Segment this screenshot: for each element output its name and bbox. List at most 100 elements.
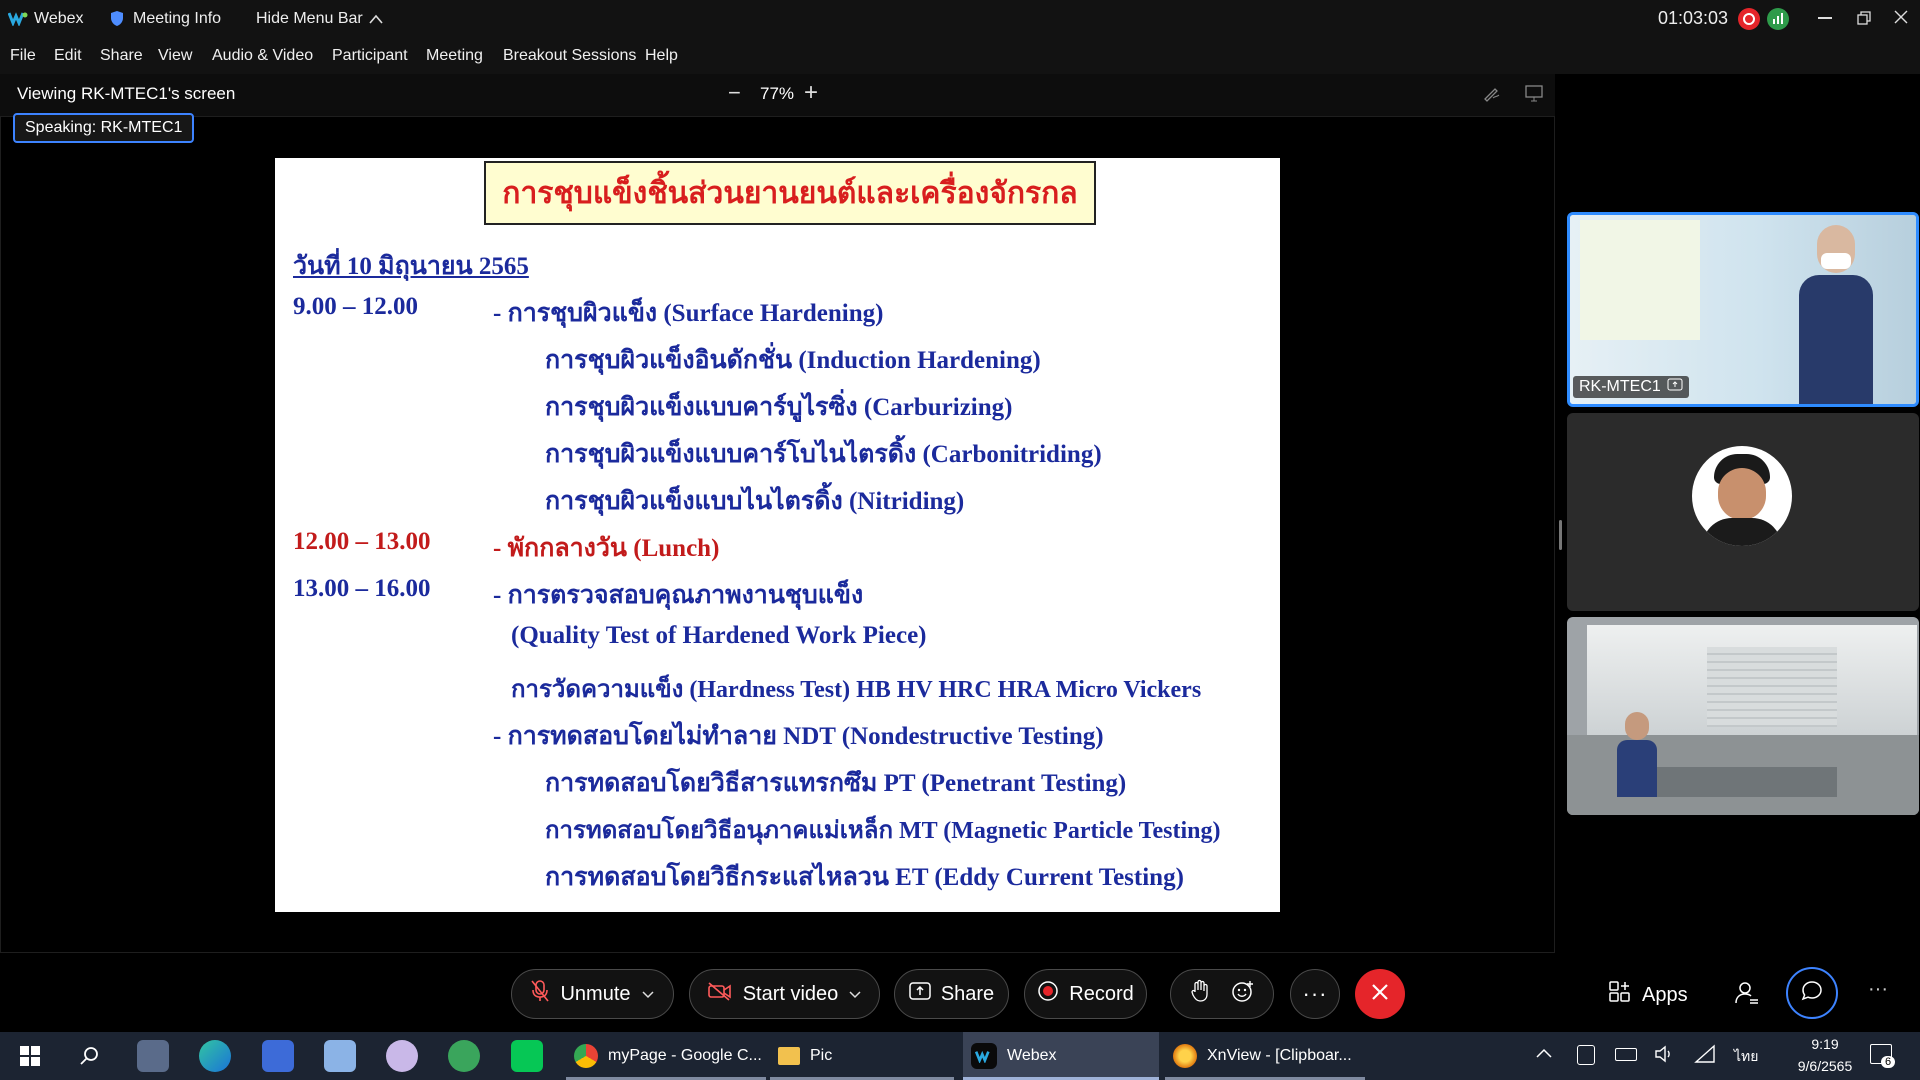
clock-time[interactable]: 9:19 — [1795, 1036, 1855, 1052]
chevron-up-icon[interactable] — [1535, 1046, 1553, 1065]
menu-share[interactable]: Share — [100, 47, 143, 65]
clock-date[interactable]: 9/6/2565 — [1782, 1058, 1868, 1074]
room-table — [1637, 767, 1837, 797]
slide-time-2: 12.00 – 13.00 — [293, 528, 431, 555]
annotate-icon[interactable] — [1482, 83, 1502, 108]
globe-app-icon[interactable] — [448, 1040, 480, 1072]
speaking-indicator: Speaking: RK-MTEC1 — [13, 113, 195, 143]
app-name: Webex — [34, 10, 84, 27]
slide-time-1: 9.00 – 12.00 — [293, 293, 418, 320]
raise-hand-icon[interactable] — [1189, 979, 1211, 1009]
slide-line: การชุบผิวแข็งแบบคาร์บูไรซิ่ง (Carburizin… — [545, 394, 1013, 421]
menu-view[interactable]: View — [158, 47, 192, 65]
menu-edit[interactable]: Edit — [54, 47, 82, 65]
share-label: Share — [940, 982, 995, 1005]
emoji-reaction-icon[interactable] — [1231, 979, 1255, 1009]
slide-line: - พักกลางวัน (Lunch) — [493, 535, 720, 562]
chevron-up-icon[interactable] — [368, 12, 384, 30]
windows-start-icon[interactable] — [14, 1040, 46, 1072]
notification-count: 6 — [1881, 1056, 1896, 1068]
more-icon: ··· — [1302, 981, 1328, 1006]
avatar — [1692, 446, 1792, 546]
remote-control-icon[interactable] — [1524, 83, 1544, 108]
taskbar-xnview[interactable]: XnView - [Clipboar... — [1165, 1032, 1365, 1080]
unmute-button[interactable]: Unmute — [511, 969, 674, 1019]
paint-app-icon[interactable] — [386, 1040, 418, 1072]
record-button[interactable]: Record — [1024, 969, 1147, 1019]
record-label: Record — [1069, 982, 1134, 1005]
taskbar-app-label: myPage - Google C... — [608, 1047, 762, 1064]
apps-icon — [1608, 980, 1632, 1010]
share-screen-icon — [909, 982, 931, 1006]
battery-icon[interactable] — [1615, 1048, 1637, 1061]
unmute-label: Unmute — [560, 982, 631, 1005]
title-bar: Webex Meeting Info Hide Menu Bar 01:03:0… — [0, 0, 1920, 38]
slide-line: - การทดสอบโดยไม่ทำลาย NDT (Nondestructiv… — [493, 723, 1104, 750]
volume-icon[interactable] — [1654, 1044, 1676, 1069]
language-indicator[interactable]: ไทย — [1734, 1046, 1758, 1068]
slide-line: การชุบผิวแข็งแบบคาร์โบไนไตรดิ้ง (Carboni… — [545, 441, 1102, 468]
participant-avatar-tile[interactable] — [1567, 413, 1919, 611]
chat-button[interactable] — [1786, 967, 1838, 1019]
more-options-button[interactable]: ··· — [1290, 969, 1340, 1019]
slide-line: (Quality Test of Hardened Work Piece) — [511, 622, 927, 649]
menu-file[interactable]: File — [10, 47, 36, 65]
folder-icon — [778, 1047, 800, 1065]
slide-time-3: 13.00 – 16.00 — [293, 575, 431, 602]
participant-name-label: RK-MTEC1 — [1573, 376, 1689, 398]
participant-video-tile[interactable]: RK-MTEC1 — [1567, 212, 1919, 407]
start-video-button[interactable]: Start video — [689, 969, 880, 1019]
microphone-muted-icon — [530, 979, 550, 1009]
notes-app-icon[interactable] — [324, 1040, 356, 1072]
wifi-icon[interactable] — [1694, 1044, 1716, 1069]
shield-icon — [110, 10, 124, 32]
sharing-icon — [1667, 378, 1683, 396]
chevron-down-icon[interactable] — [848, 983, 862, 1006]
menu-bar: File Edit Share View Audio & Video Parti… — [0, 38, 1920, 74]
panel-resize-handle[interactable] — [1559, 520, 1562, 550]
hide-menu-bar-button[interactable]: Hide Menu Bar — [256, 10, 363, 28]
taskbar-chrome[interactable]: myPage - Google C... — [566, 1032, 766, 1080]
menu-participant[interactable]: Participant — [332, 47, 408, 65]
menu-audio-video[interactable]: Audio & Video — [212, 47, 313, 65]
webex-logo-icon — [7, 10, 28, 27]
video-window-light — [1580, 220, 1700, 340]
panel-more-icon[interactable]: ··· — [1868, 978, 1888, 1001]
participants-button[interactable] — [1734, 980, 1760, 1011]
edge-browser-icon[interactable] — [199, 1040, 231, 1072]
taskbar-webex[interactable]: Webex — [963, 1032, 1159, 1080]
meeting-info-button[interactable]: Meeting Info — [133, 10, 221, 28]
close-icon[interactable] — [1893, 9, 1909, 30]
search-icon[interactable] — [74, 1040, 106, 1072]
taskbar-app-label: XnView - [Clipboar... — [1207, 1047, 1352, 1064]
share-button[interactable]: Share — [894, 969, 1009, 1019]
zoom-out-button[interactable]: − — [728, 80, 741, 106]
minimize-icon[interactable] — [1818, 17, 1832, 19]
apps-button[interactable]: Apps — [1608, 980, 1688, 1010]
slide-date: วันที่ 10 มิถุนายน 2565 — [293, 253, 529, 280]
taskbar-pic-folder[interactable]: Pic — [770, 1032, 954, 1080]
slide-line: การชุบผิวแข็งแบบไนไตรดิ้ง (Nitriding) — [545, 488, 965, 515]
end-call-button[interactable] — [1355, 969, 1405, 1019]
menu-meeting[interactable]: Meeting — [426, 47, 483, 65]
shared-slide: การชุบแข็งชิ้นส่วนยานยนต์และเครื่องจักรก… — [275, 158, 1280, 912]
chrome-icon — [574, 1044, 598, 1068]
restore-icon[interactable] — [1856, 10, 1872, 31]
participant-room-video-tile[interactable] — [1567, 617, 1919, 815]
taskbar-app-label: Pic — [810, 1047, 833, 1064]
line-app-icon[interactable] — [511, 1040, 543, 1072]
network-stats-icon[interactable] — [1767, 8, 1789, 30]
network-app-icon[interactable] — [262, 1040, 294, 1072]
menu-help[interactable]: Help — [645, 47, 678, 65]
viewing-label: Viewing RK-MTEC1's screen — [17, 84, 236, 103]
chevron-down-icon[interactable] — [641, 983, 655, 1006]
zoom-in-button[interactable]: + — [804, 79, 818, 107]
device-icon[interactable] — [1577, 1045, 1595, 1065]
zoom-level: 77% — [760, 84, 795, 103]
slide-title: การชุบแข็งชิ้นส่วนยานยนต์และเครื่องจักรก… — [484, 161, 1096, 225]
menu-breakout-sessions[interactable]: Breakout Sessions — [503, 47, 636, 65]
calculator-icon[interactable] — [137, 1040, 169, 1072]
participant-name: RK-MTEC1 — [1579, 378, 1661, 395]
slide-line: การทดสอบโดยวิธีอนุภาคแม่เหล็ก MT (Magnet… — [545, 818, 1221, 844]
webex-logo-icon — [971, 1043, 997, 1069]
